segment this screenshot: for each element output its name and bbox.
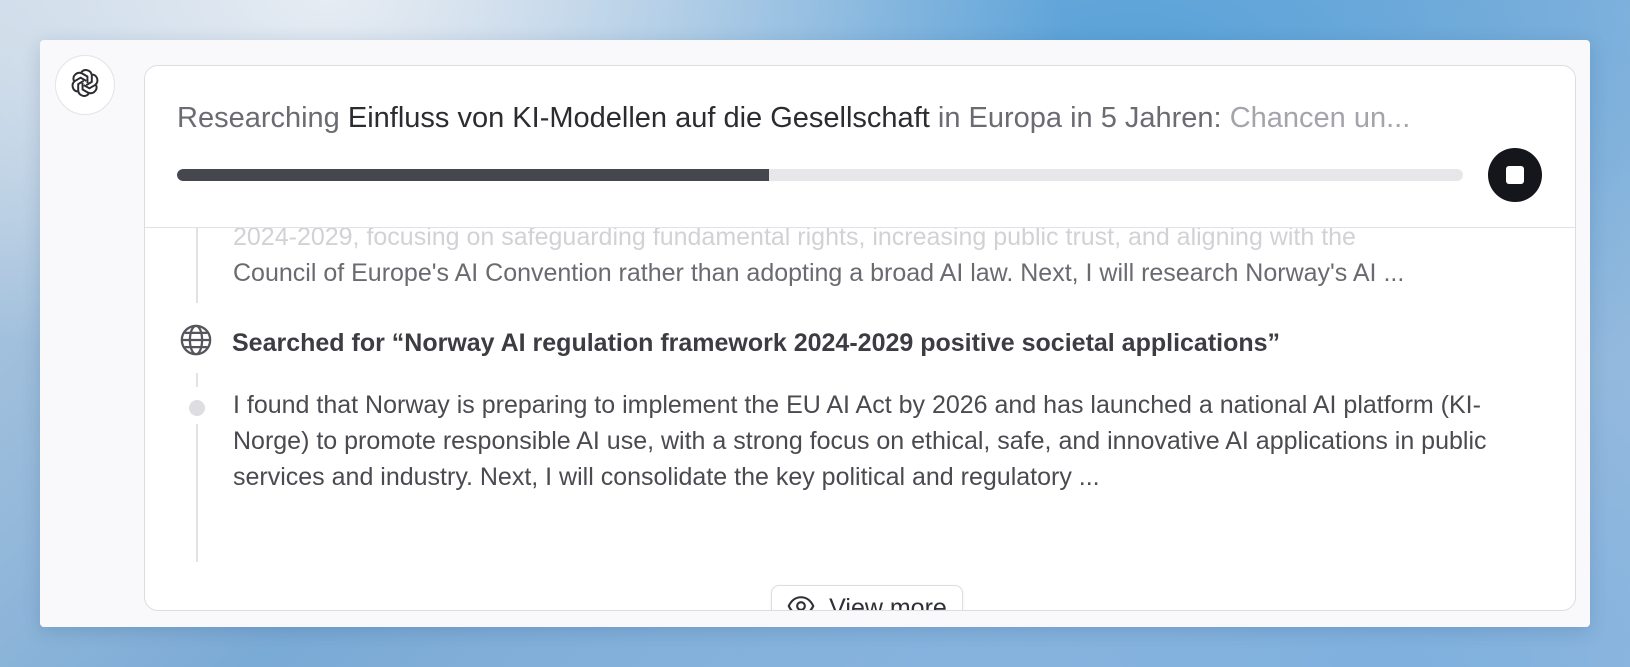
research-card: Researching Einfluss von KI-Modellen auf… (144, 65, 1576, 611)
openai-logo-icon (68, 66, 102, 105)
timeline-dot (189, 400, 205, 416)
timeline-line (196, 228, 198, 303)
activity-entry: I found that Norway is preparing to impl… (233, 391, 1487, 491)
search-step: Searched for “Norway AI regulation frame… (179, 323, 1280, 362)
stop-button[interactable] (1488, 148, 1542, 202)
activity-text-line: Council of Europe's AI Convention rather… (233, 259, 1405, 287)
title-prefix: Researching (177, 102, 340, 134)
stop-icon (1506, 166, 1524, 184)
research-title: Researching Einfluss von KI-Modellen auf… (177, 100, 1477, 136)
assistant-avatar (55, 55, 115, 115)
activity-feed[interactable]: 2024-2029, focusing on safeguarding fund… (145, 223, 1575, 611)
title-topic: Einfluss von KI-Modellen auf die Gesells… (347, 102, 930, 134)
view-more-label: View more (829, 594, 947, 611)
timeline-line (196, 424, 198, 562)
globe-icon (179, 323, 213, 362)
eye-icon (787, 592, 815, 610)
progress-fill (177, 169, 769, 181)
title-fade: Chancen un... (1229, 102, 1411, 134)
timeline-line (196, 373, 198, 387)
title-mid: in Europa in 5 Jahren: (937, 102, 1222, 134)
research-progress-bar (177, 169, 1463, 181)
research-header: Researching Einfluss von KI-Modellen auf… (145, 66, 1575, 228)
activity-entry: 2024-2029, focusing on safeguarding fund… (233, 219, 1543, 291)
search-query-text: Searched for “Norway AI regulation frame… (232, 328, 1281, 357)
view-more-button[interactable]: View more (771, 585, 963, 611)
chat-window: Researching Einfluss von KI-Modellen auf… (40, 40, 1590, 627)
